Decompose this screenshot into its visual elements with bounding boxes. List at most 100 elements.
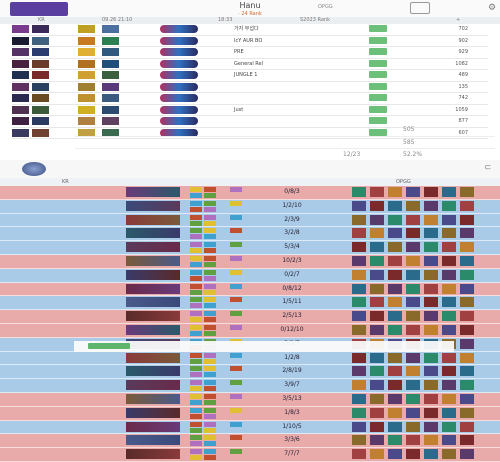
tier-badge	[369, 48, 387, 55]
match-row[interactable]: 3/5/13	[0, 392, 500, 407]
match-row[interactable]: 10/2/3	[0, 254, 500, 269]
player-row[interactable]: JUNGLE 1 489	[12, 70, 488, 82]
item-icon	[424, 187, 438, 197]
champion-portrait-icon[interactable]	[126, 435, 180, 446]
champion-icon	[12, 36, 29, 45]
match-row[interactable]: 0/12/10	[0, 323, 500, 338]
item-icon	[460, 338, 474, 349]
player-name[interactable]: 가지 무섭다	[234, 24, 259, 34]
item-icon	[388, 214, 402, 225]
match-row[interactable]: 2/3/9	[0, 213, 500, 228]
match-row[interactable]: 0/2/7	[0, 268, 500, 283]
spell-icon	[190, 386, 202, 392]
item-icon	[388, 255, 402, 266]
item-icon	[460, 187, 474, 197]
player-name[interactable]: General Rel	[234, 59, 263, 69]
spell-icon	[190, 206, 202, 212]
item-icon	[352, 269, 366, 280]
player-row[interactable]: Just 1059	[12, 105, 488, 116]
player-name[interactable]: Just	[234, 105, 243, 115]
floating-pill[interactable]	[88, 343, 130, 349]
player-row[interactable]: PRE 929	[12, 47, 488, 59]
match-row[interactable]: 7/7/7	[0, 448, 500, 462]
champion-portrait-icon[interactable]	[126, 352, 180, 363]
champion-portrait-icon[interactable]	[126, 421, 180, 432]
item-icon	[424, 352, 438, 363]
champion-portrait-icon[interactable]	[126, 297, 180, 308]
match-row[interactable]: 0/8/12	[0, 282, 500, 297]
match-row[interactable]: 3/2/8	[0, 227, 500, 242]
champion-portrait-icon[interactable]	[126, 449, 180, 460]
match-row[interactable]: 3/3/6	[0, 434, 500, 449]
item-icon	[388, 449, 402, 460]
match-row[interactable]: 1/10/5	[0, 420, 500, 435]
spell-icon	[190, 455, 202, 461]
champion-portrait-icon[interactable]	[126, 214, 180, 225]
item-icon	[352, 214, 366, 225]
match-row[interactable]: 1/2/8	[0, 351, 500, 366]
rank-emblem-icon	[160, 48, 198, 56]
option-label[interactable]: OPGG	[318, 4, 333, 10]
item-icon	[406, 324, 420, 335]
player-name[interactable]: IcY AUR BO	[234, 36, 262, 46]
settings-icon[interactable]: ⚙	[488, 3, 496, 13]
spell-icon	[190, 234, 202, 240]
player-name[interactable]: JUNGLE 1	[234, 70, 257, 80]
match-row[interactable]: 1/2/10	[0, 199, 500, 214]
champion-portrait-icon[interactable]	[126, 311, 180, 322]
spell-icon	[230, 283, 242, 289]
item-icon	[406, 269, 420, 280]
match-row[interactable]: 2/5/13	[0, 310, 500, 324]
champion-portrait-icon[interactable]	[126, 324, 180, 335]
match-row[interactable]: 5/3/4	[0, 241, 500, 255]
spell-icon	[230, 407, 242, 413]
champion-icon	[12, 128, 29, 137]
champion-portrait-icon[interactable]	[126, 269, 180, 280]
kda-text: 1/5/11	[282, 298, 302, 306]
refresh-icon[interactable]: ⊂	[484, 163, 492, 173]
champion-icon	[12, 94, 29, 102]
match-row[interactable]: 2/8/19	[0, 365, 500, 380]
match-row[interactable]: 1/5/11	[0, 296, 500, 311]
stat-value-secondary: 52.2%	[403, 151, 423, 158]
kda-text: 1/2/10	[282, 201, 302, 209]
champion-portrait-icon[interactable]	[126, 187, 180, 197]
champion-icon	[32, 71, 49, 79]
player-lp: 902	[458, 37, 468, 44]
player-lp: 135	[458, 83, 468, 90]
player-name[interactable]: PRE	[234, 47, 244, 57]
champion-portrait-icon[interactable]	[126, 366, 180, 377]
spell-icon	[204, 407, 216, 413]
item-icon	[388, 200, 402, 211]
spell-icon	[190, 330, 202, 336]
spell-icon	[204, 393, 216, 399]
item-icon	[370, 214, 384, 225]
champion-portrait-icon[interactable]	[126, 283, 180, 294]
player-row[interactable]: 가지 무섭다 702	[12, 24, 488, 36]
champion-portrait-icon[interactable]	[126, 393, 180, 404]
item-icon	[460, 393, 474, 404]
match-row[interactable]: 3/9/7	[0, 379, 500, 393]
match-row[interactable]: 1/8/3	[0, 406, 500, 421]
add-icon[interactable]: +	[456, 17, 460, 24]
spell-icon	[190, 366, 202, 372]
champion-portrait-icon[interactable]	[126, 255, 180, 266]
player-row[interactable]: IcY AUR BO 902	[12, 36, 488, 47]
player-row[interactable]: General Rel 1082	[12, 59, 488, 70]
app-logo	[10, 2, 68, 16]
match-row[interactable]: 0/8/3	[0, 186, 500, 200]
spell-icon	[204, 455, 216, 461]
avatar[interactable]	[22, 162, 46, 176]
champion-portrait-icon[interactable]	[126, 242, 180, 253]
champion-portrait-icon[interactable]	[126, 380, 180, 391]
menu-button[interactable]	[410, 2, 430, 14]
rank-emblem-icon	[160, 82, 198, 91]
champion-portrait-icon[interactable]	[126, 200, 180, 211]
champion-portrait-icon[interactable]	[126, 407, 180, 418]
player-row[interactable]: 135	[12, 82, 488, 93]
champion-portrait-icon[interactable]	[126, 228, 180, 239]
spell-icon	[230, 366, 242, 372]
item-icon	[460, 214, 474, 225]
item-icon	[424, 214, 438, 225]
player-row[interactable]: 742	[12, 93, 488, 105]
